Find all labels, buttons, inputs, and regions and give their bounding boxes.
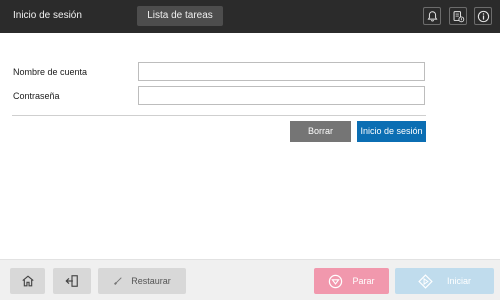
stop-label: Parar xyxy=(352,276,375,286)
logout-icon xyxy=(65,275,78,287)
reset-label: Restaurar xyxy=(131,276,171,286)
account-name-label: Nombre de cuenta xyxy=(13,67,88,77)
stop-icon xyxy=(329,274,343,288)
stop-button[interactable]: Parar xyxy=(314,268,389,294)
info-icon xyxy=(477,10,489,22)
logout-button[interactable] xyxy=(53,268,91,294)
form-divider xyxy=(12,115,426,116)
device-status-button[interactable] xyxy=(449,7,467,25)
notification-button[interactable] xyxy=(423,7,441,25)
start-button[interactable]: Iniciar xyxy=(395,268,494,294)
info-button[interactable] xyxy=(474,7,492,25)
page-title: Inicio de sesión xyxy=(13,10,82,21)
start-icon xyxy=(418,273,433,289)
start-label: Iniciar xyxy=(446,276,471,286)
bell-icon xyxy=(427,10,437,21)
home-button[interactable] xyxy=(10,268,45,294)
password-label: Contraseña xyxy=(13,91,60,101)
top-bar: Inicio de sesión Lista de tareas xyxy=(0,0,500,33)
reset-icon xyxy=(114,277,122,285)
clear-button[interactable]: Borrar xyxy=(290,121,351,142)
home-icon xyxy=(21,275,34,287)
account-name-input[interactable] xyxy=(138,62,425,81)
device-info-icon xyxy=(453,10,464,22)
password-input[interactable] xyxy=(138,86,425,105)
reset-button[interactable]: Restaurar xyxy=(98,268,186,294)
login-button[interactable]: Inicio de sesión xyxy=(357,121,426,142)
task-list-tab[interactable]: Lista de tareas xyxy=(137,6,223,26)
